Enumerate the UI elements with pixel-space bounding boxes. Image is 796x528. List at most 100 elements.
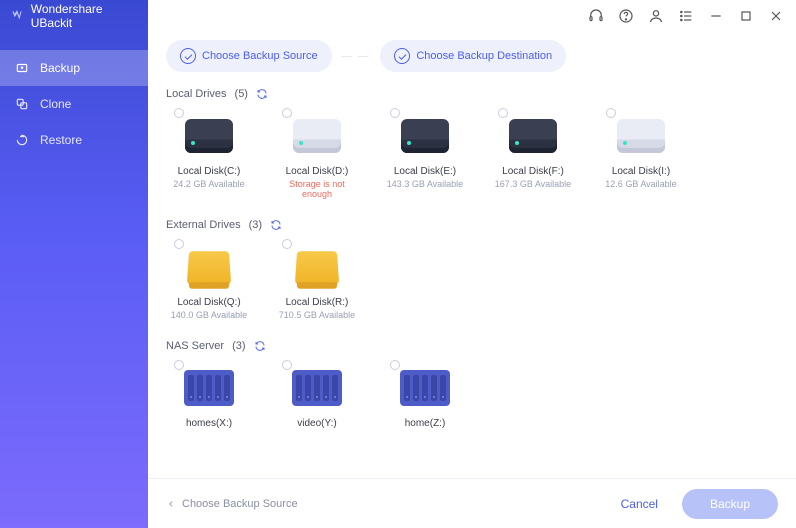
step-label: Choose Backup Source [202, 50, 318, 62]
radio-icon[interactable] [390, 360, 400, 370]
radio-icon[interactable] [498, 108, 508, 118]
check-circle-icon [180, 48, 196, 64]
breadcrumb: Choose Backup Source [166, 498, 298, 510]
section-count: (3) [232, 340, 245, 352]
drive-name: Local Disk(R:) [286, 297, 349, 308]
brand-icon [10, 8, 25, 24]
help-icon[interactable] [618, 8, 634, 24]
close-icon[interactable] [768, 8, 784, 24]
drive-item[interactable]: Local Disk(C:) 24.2 GB Available [166, 110, 252, 199]
drive-sub: 12.6 GB Available [605, 179, 676, 189]
headset-icon[interactable] [588, 8, 604, 24]
drive-name: Local Disk(C:) [178, 166, 241, 177]
radio-icon[interactable] [282, 239, 292, 249]
refresh-icon[interactable] [270, 219, 282, 231]
drive-name: Local Disk(E:) [394, 166, 456, 177]
drive-grid-local: Local Disk(C:) 24.2 GB Available Local D… [166, 110, 778, 199]
breadcrumb-label: Choose Backup Source [182, 498, 298, 510]
sidebar-item-clone[interactable]: Clone [0, 86, 148, 122]
step-choose-destination[interactable]: Choose Backup Destination [380, 40, 566, 72]
sidebar: Wondershare UBackit Backup Clone Restore [0, 0, 148, 528]
nas-icon [400, 370, 450, 406]
step-label: Choose Backup Destination [416, 50, 552, 62]
maximize-icon[interactable] [738, 8, 754, 24]
drive-name: Local Disk(Q:) [177, 297, 240, 308]
section-title: Local Drives [166, 88, 227, 100]
sidebar-item-restore[interactable]: Restore [0, 122, 148, 158]
sidebar-item-backup[interactable]: Backup [0, 50, 148, 86]
drive-item[interactable]: Local Disk(F:) 167.3 GB Available [490, 110, 576, 199]
restore-icon [14, 132, 30, 148]
drive-name: video(Y:) [297, 418, 336, 429]
radio-icon[interactable] [174, 108, 184, 118]
cancel-button[interactable]: Cancel [611, 489, 668, 519]
main: Choose Backup Source — — Choose Backup D… [148, 0, 796, 528]
drive-sub: Storage is not enough [274, 179, 360, 199]
refresh-icon[interactable] [254, 340, 266, 352]
drive-item[interactable]: home(Z:) [382, 362, 468, 429]
backup-icon [14, 60, 30, 76]
menu-list-icon[interactable] [678, 8, 694, 24]
drive-name: homes(X:) [186, 418, 232, 429]
sidebar-item-label: Backup [40, 61, 80, 75]
drive-sub: 710.5 GB Available [279, 310, 355, 320]
clone-icon [14, 96, 30, 112]
drive-sub: 140.0 GB Available [171, 310, 247, 320]
step-choose-source[interactable]: Choose Backup Source [166, 40, 332, 72]
section-header-nas: NAS Server (3) [166, 340, 778, 352]
external-drive-icon [187, 251, 231, 284]
drive-item[interactable]: homes(X:) [166, 362, 252, 429]
chevron-left-icon [166, 499, 176, 509]
content[interactable]: Choose Backup Source — — Choose Backup D… [148, 32, 796, 528]
minimize-icon[interactable] [708, 8, 724, 24]
drive-item[interactable]: Local Disk(E:) 143.3 GB Available [382, 110, 468, 199]
section-title: NAS Server [166, 340, 224, 352]
drive-item[interactable]: video(Y:) [274, 362, 360, 429]
hdd-icon [185, 119, 233, 153]
section-title: External Drives [166, 219, 241, 231]
drive-name: Local Disk(D:) [286, 166, 349, 177]
drive-name: Local Disk(F:) [502, 166, 564, 177]
nas-icon [292, 370, 342, 406]
drive-item[interactable]: Local Disk(R:) 710.5 GB Available [274, 241, 360, 320]
app-root: Wondershare UBackit Backup Clone Restore [0, 0, 796, 528]
hdd-icon [509, 119, 557, 153]
backup-button[interactable]: Backup [682, 489, 778, 519]
user-icon[interactable] [648, 8, 664, 24]
hdd-icon [401, 119, 449, 153]
section-count: (5) [235, 88, 248, 100]
hdd-icon [293, 119, 341, 153]
sidebar-item-label: Restore [40, 133, 82, 147]
drive-name: home(Z:) [405, 418, 446, 429]
step-separator: — — [342, 51, 371, 62]
drive-item[interactable]: Local Disk(D:) Storage is not enough [274, 110, 360, 199]
brand: Wondershare UBackit [0, 0, 148, 32]
footer: Choose Backup Source Cancel Backup [148, 478, 796, 528]
drive-sub: 24.2 GB Available [173, 179, 244, 189]
radio-icon[interactable] [606, 108, 616, 118]
external-drive-icon [295, 251, 339, 284]
section-header-external: External Drives (3) [166, 219, 778, 231]
drive-item[interactable]: Local Disk(Q:) 140.0 GB Available [166, 241, 252, 320]
radio-icon[interactable] [174, 239, 184, 249]
brand-text: Wondershare UBackit [31, 2, 138, 30]
drive-name: Local Disk(I:) [612, 166, 670, 177]
drive-sub: 143.3 GB Available [387, 179, 463, 189]
drive-grid-nas: homes(X:) video(Y:) home(Z:) [166, 362, 778, 429]
drive-sub: 167.3 GB Available [495, 179, 571, 189]
radio-icon[interactable] [282, 108, 292, 118]
titlebar [148, 0, 796, 32]
drive-grid-external: Local Disk(Q:) 140.0 GB Available Local … [166, 241, 778, 320]
check-circle-icon [394, 48, 410, 64]
drive-item[interactable]: Local Disk(I:) 12.6 GB Available [598, 110, 684, 199]
hdd-icon [617, 119, 665, 153]
section-header-local: Local Drives (5) [166, 88, 778, 100]
radio-icon[interactable] [390, 108, 400, 118]
nas-icon [184, 370, 234, 406]
wizard-steps: Choose Backup Source — — Choose Backup D… [166, 40, 778, 72]
section-count: (3) [249, 219, 262, 231]
refresh-icon[interactable] [256, 88, 268, 100]
radio-icon[interactable] [282, 360, 292, 370]
radio-icon[interactable] [174, 360, 184, 370]
sidebar-item-label: Clone [40, 97, 71, 111]
